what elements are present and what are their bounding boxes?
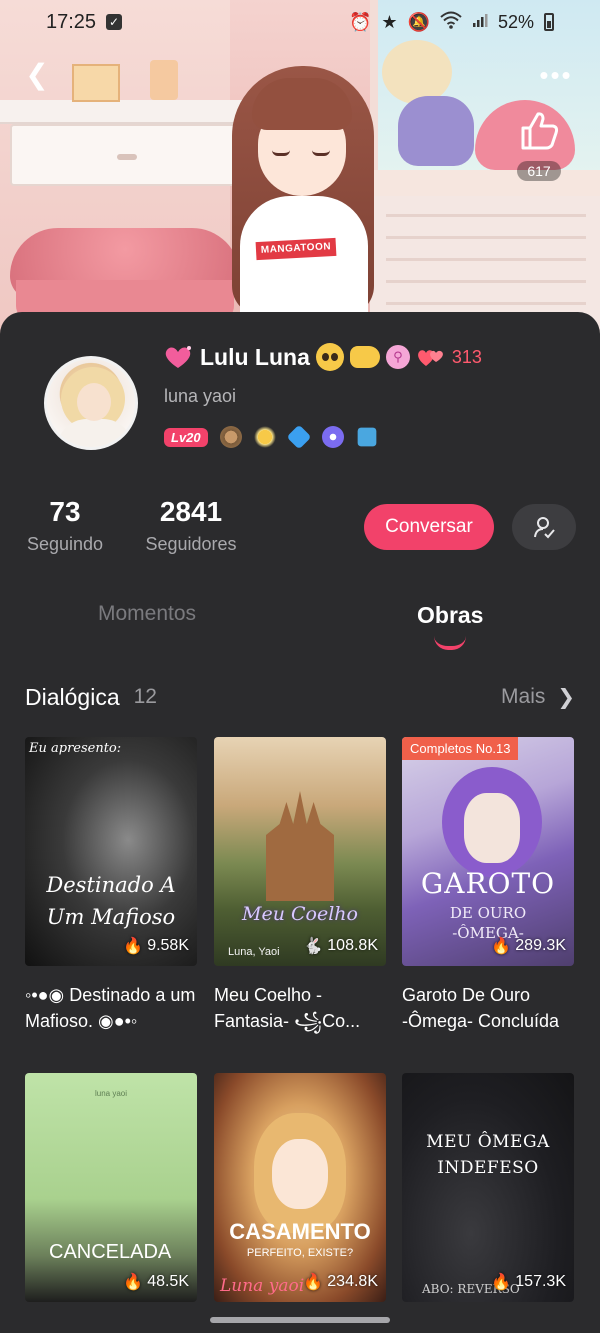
lightning-badge-icon[interactable]	[286, 424, 312, 450]
work-card[interactable]: luna yaoi CANCELADA 🔥 48.5K	[25, 1073, 197, 1302]
completed-ribbon: Completos No.13	[402, 737, 519, 760]
cover-title: CASAMENTO	[229, 1219, 371, 1244]
thumbs-up-icon	[521, 112, 559, 150]
profile-screen: MANGATOON 17:25 ✓ ⏰ ★ 🔕 52% ❮ ••• 617 Lu…	[0, 0, 600, 1333]
work-card[interactable]: Meu Coelho Luna, Yaoi 🐇 108.8K Meu Coelho…	[214, 737, 386, 1034]
profile-tabs: Momentos Obras	[0, 602, 600, 662]
cover-title: CANCELADA	[49, 1241, 172, 1263]
work-cover: Meu Coelho Luna, Yaoi 🐇 108.8K	[214, 737, 386, 966]
view-count: 🔥 9.58K	[123, 937, 189, 955]
section-title: Dialógica	[25, 683, 120, 710]
user-follow-icon	[534, 517, 555, 539]
pointing-hand-icon	[349, 346, 380, 368]
work-title: ◦•●◉ Destinado a um Mafioso. ◉●•◦	[25, 985, 196, 1031]
view-count: 🔥 234.8K	[303, 1273, 378, 1291]
work-cover: MEU ÔMEGA INDEFESO ABO: REVERSO 🔥 157.3K	[402, 1073, 574, 1302]
badges-row: Lv20	[164, 424, 378, 450]
view-count: 🔥 289.3K	[491, 937, 566, 955]
work-card[interactable]: CASAMENTO PERFEITO, EXISTE? Luna yaoi 🔥 2…	[214, 1073, 386, 1302]
avatar-frame-badge-icon[interactable]	[219, 426, 242, 448]
tab-obras[interactable]: Obras	[417, 602, 483, 629]
star-icon: ★	[381, 11, 398, 32]
fire-icon: 🔥	[123, 938, 144, 955]
status-bar: 17:25 ✓ ⏰ ★ 🔕 52%	[0, 0, 600, 44]
notification-check-icon: ✓	[106, 14, 123, 30]
sparkling-heart-icon	[165, 346, 191, 368]
cover-author: Luna, Yaoi	[228, 946, 280, 958]
chevron-right-icon: ❯	[557, 685, 575, 709]
battery-icon	[544, 13, 554, 31]
alarm-icon: ⏰	[348, 11, 372, 32]
pleading-face-icon	[315, 343, 344, 371]
cover-top-text: luna yaoi	[94, 1089, 128, 1098]
rabbit-icon: 🐇	[303, 938, 324, 955]
profile-name: Lulu Luna	[200, 343, 310, 370]
work-cover: Completos No.13 GAROTO DE OURO -ÔMEGA- 🔥…	[402, 737, 574, 966]
more-label: Mais	[501, 685, 546, 708]
back-arrow-icon[interactable]: ❮	[22, 60, 52, 90]
status-time: 17:25	[46, 10, 97, 33]
fire-icon: 🔥	[123, 1274, 144, 1291]
chat-button[interactable]: Conversar	[364, 504, 494, 550]
mute-icon: 🔕	[407, 11, 430, 32]
view-count: 🔥 157.3K	[491, 1273, 566, 1291]
work-card[interactable]: Completos No.13 GAROTO DE OURO -ÔMEGA- 🔥…	[402, 737, 574, 1034]
avatar[interactable]	[44, 356, 138, 450]
cover-title: Meu Coelho	[242, 903, 358, 925]
followers-stat[interactable]: 2841 Seguidores	[142, 496, 240, 555]
sun-badge-icon[interactable]	[253, 426, 276, 448]
cover-title: Destinado A Um Mafioso	[46, 873, 176, 929]
home-indicator[interactable]	[210, 1317, 390, 1323]
like-button[interactable]: 617	[510, 108, 568, 184]
name-row: Lulu Luna ⚲ 313	[162, 342, 482, 372]
search-badge-icon[interactable]: ⚲	[385, 345, 410, 369]
work-card[interactable]: MEU ÔMEGA INDEFESO ABO: REVERSO 🔥 157.3K	[402, 1073, 574, 1302]
view-count: 🐇 108.8K	[303, 937, 378, 955]
level-badge[interactable]: Lv20	[164, 427, 208, 447]
follow-user-button[interactable]	[512, 504, 576, 550]
following-stat[interactable]: 73 Seguindo	[25, 496, 105, 555]
cover-title: MEU ÔMEGA INDEFESO	[426, 1132, 550, 1178]
profile-card: Lulu Luna ⚲ 313 luna yaoi Lv20 73 Seguin…	[0, 312, 600, 1333]
more-dots-icon[interactable]: •••	[536, 60, 576, 90]
crown-badge-icon[interactable]	[321, 426, 344, 448]
cover-author: Luna yaoi	[220, 1276, 305, 1296]
cover-subtitle: PERFEITO, EXISTE?	[246, 1247, 354, 1259]
section-header: Dialógica 12 Mais ❯	[25, 682, 575, 712]
wifi-icon	[440, 11, 462, 34]
work-card[interactable]: Eu apresento: Destinado A Um Mafioso 🔥 9.…	[25, 737, 197, 1034]
followers-label: Seguidores	[145, 534, 237, 554]
stats-row: 73 Seguindo 2841 Seguidores	[0, 496, 600, 566]
like-count: 617	[517, 161, 561, 181]
following-label: Seguindo	[26, 534, 104, 554]
heart-count: 313	[451, 346, 482, 367]
book-badge-icon[interactable]	[357, 427, 376, 447]
fire-icon: 🔥	[491, 1274, 512, 1291]
battery-percent: 52%	[497, 11, 534, 32]
profile-handle: luna yaoi	[164, 386, 237, 406]
fire-icon: 🔥	[491, 938, 512, 955]
tab-momentos[interactable]: Momentos	[98, 602, 196, 626]
fire-icon: 🔥	[303, 1274, 324, 1291]
work-title: Meu Coelho -Fantasia- ꧁Co...	[214, 985, 361, 1031]
more-link[interactable]: Mais ❯	[501, 685, 575, 710]
cover-tagline: Eu apresento:	[29, 741, 122, 756]
following-count: 73	[49, 496, 81, 527]
cover-title: GAROTO	[420, 867, 556, 900]
work-title: Garoto De Ouro -Ômega- Concluída	[402, 985, 560, 1031]
section-count: 12	[133, 685, 157, 708]
work-cover: CASAMENTO PERFEITO, EXISTE? Luna yaoi 🔥 2…	[214, 1073, 386, 1302]
hearts-icon	[417, 350, 443, 366]
signal-icon	[472, 12, 488, 33]
followers-count: 2841	[159, 496, 223, 527]
work-cover: Eu apresento: Destinado A Um Mafioso 🔥 9.…	[25, 737, 197, 966]
work-cover: luna yaoi CANCELADA 🔥 48.5K	[25, 1073, 197, 1302]
view-count: 🔥 48.5K	[123, 1273, 189, 1291]
